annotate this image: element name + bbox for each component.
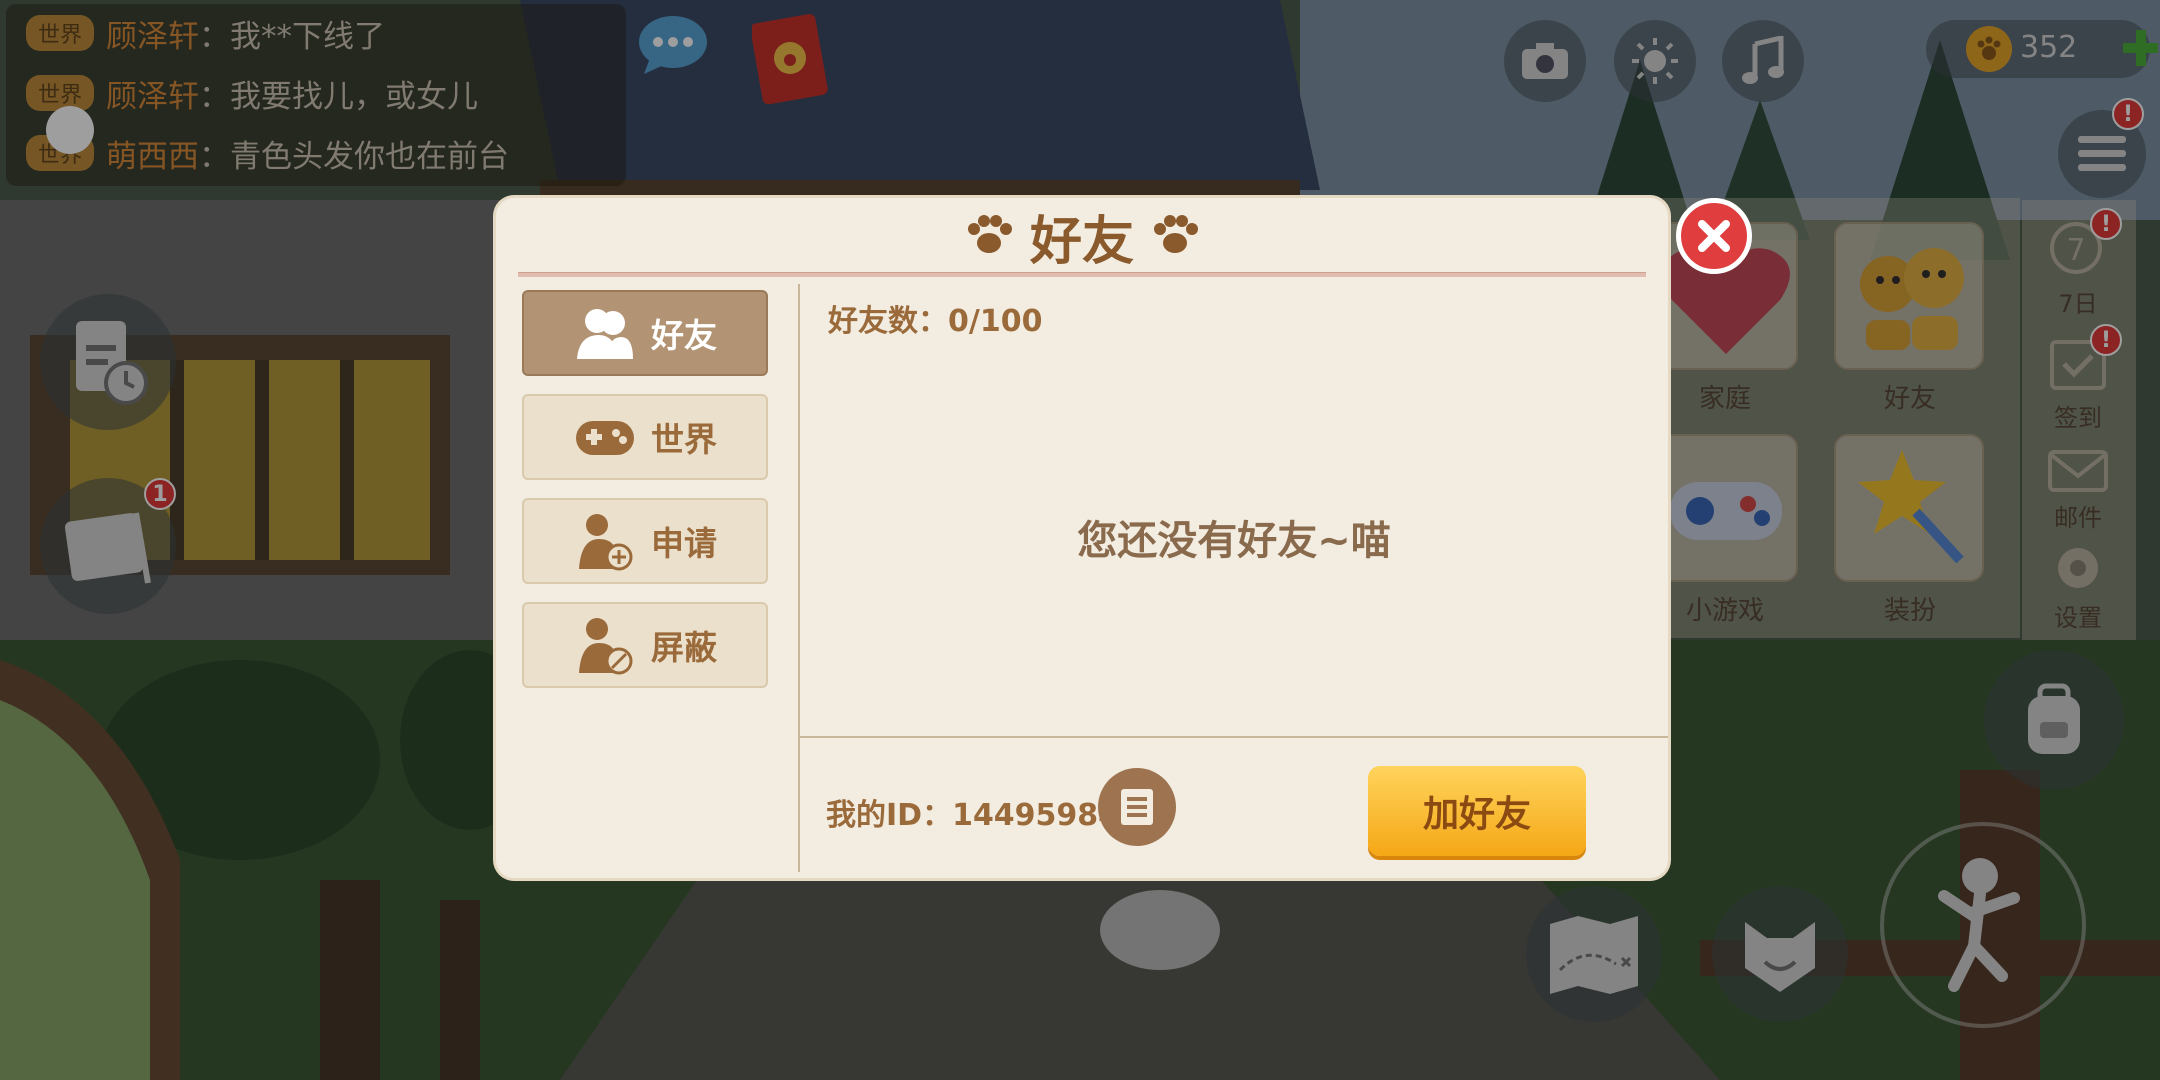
vertical-divider	[798, 284, 800, 872]
tab-friends[interactable]: 好友	[522, 290, 768, 376]
gamepad-icon	[573, 407, 637, 467]
paw-icon	[1154, 215, 1198, 253]
empty-friends-message: 您还没有好友~喵	[1077, 518, 1391, 564]
add-person-icon	[573, 511, 637, 571]
tab-requests[interactable]: 申请	[522, 498, 768, 584]
tab-world[interactable]: 世界	[522, 394, 768, 480]
block-person-icon	[573, 615, 637, 675]
tab-world-label: 世界	[651, 420, 717, 459]
tab-blocked-label: 屏蔽	[651, 628, 717, 667]
friend-count: 好友数：0/100	[828, 304, 1043, 339]
paw-icon	[967, 215, 1012, 253]
close-icon	[1698, 220, 1730, 252]
copy-id-button[interactable]	[1098, 768, 1176, 846]
my-id-text: 我的ID：14495984	[826, 798, 1120, 833]
tab-friends-label: 好友	[651, 316, 717, 355]
add-friend-button[interactable]: 加好友	[1368, 766, 1586, 856]
tab-blocked[interactable]: 屏蔽	[522, 602, 768, 688]
title-divider	[518, 272, 1646, 277]
friends-dialog: 好友 好友 世界 申请 屏蔽 好友数：0/100 您还没有好友~喵 我的ID：1…	[496, 198, 1668, 878]
close-dialog-button[interactable]	[1676, 198, 1752, 274]
footer-divider	[800, 736, 1668, 738]
friends-tab-icon	[573, 303, 637, 363]
dialog-title: 好友	[1029, 211, 1134, 272]
tab-requests-label: 申请	[651, 524, 717, 563]
dialog-title-bar: 好友	[496, 198, 1668, 274]
copy-document-icon	[1121, 789, 1153, 825]
